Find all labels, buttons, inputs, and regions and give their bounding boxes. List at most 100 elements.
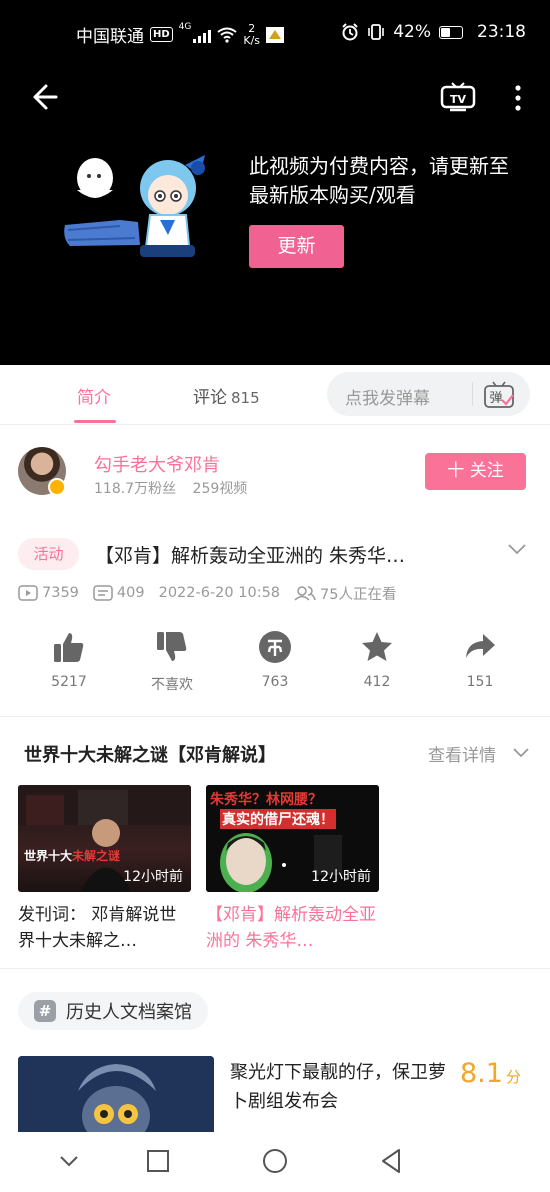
hd-badge: HD xyxy=(150,27,173,42)
chevron-down-icon[interactable] xyxy=(506,540,528,558)
series-thumbnail: 朱秀华？林网腰？ 真实的借尸还魂！ 12小时前 xyxy=(206,785,379,892)
dislike-button[interactable]: 不喜欢 xyxy=(127,630,217,694)
favorite-button[interactable]: 412 xyxy=(332,630,422,690)
update-button[interactable]: 更新 xyxy=(249,225,344,268)
video-detail-page: 中国联通 HD 4G 2 K/s 42% 23:18 TV 此视频为付费内容，请… xyxy=(0,0,550,1192)
paid-content-message: 此视频为付费内容，请更新至最新版本购买/观看 xyxy=(249,154,509,207)
recommend-art xyxy=(18,1056,214,1132)
tab-intro[interactable]: 简介 xyxy=(77,383,111,408)
share-button[interactable]: 151 xyxy=(435,630,525,690)
danmaku-toggle-icon[interactable]: 弹 xyxy=(483,380,515,410)
danmaku-placeholder: 点我发弹幕 xyxy=(345,389,430,409)
series-card[interactable]: 朱秀华？林网腰？ 真实的借尸还魂！ 12小时前 【邓肯】解析轰动全亚洲的 朱秀华… xyxy=(206,785,379,954)
section-divider xyxy=(0,716,550,717)
publish-date: 2022-6-20 10:58 xyxy=(158,585,281,601)
series-card-title: 发刊词： 邓肯解说世界十大未解之… xyxy=(18,905,177,951)
watching-count: 75人正在看 xyxy=(320,586,397,603)
tab-intro-label: 简介 xyxy=(77,388,111,408)
section-divider xyxy=(0,968,550,969)
follow-button[interactable]: 十 关注 xyxy=(425,453,526,490)
share-icon xyxy=(466,634,495,658)
video-title: 【邓肯】解析轰动全亚洲的 朱秀华… xyxy=(95,545,406,567)
status-right: 42% 23:18 xyxy=(341,22,526,42)
tab-comments-label: 评论 xyxy=(193,388,227,408)
danmaku-separator xyxy=(472,382,473,406)
series-card-title: 【邓肯】解析轰动全亚洲的 朱秀华… xyxy=(206,905,376,951)
coin-icon xyxy=(259,631,291,663)
share-count: 151 xyxy=(466,674,494,690)
like-count: 5217 xyxy=(51,674,87,690)
views-count: 7359 xyxy=(42,585,79,601)
play-count-icon xyxy=(18,585,38,601)
danmaku-input[interactable]: 点我发弹幕 弹 xyxy=(327,372,530,416)
score-value: 8.1 xyxy=(460,1058,503,1089)
chevron-down-icon[interactable] xyxy=(512,746,530,760)
danmaku-icon-char: 弹 xyxy=(489,391,502,406)
more-options-icon[interactable] xyxy=(508,82,528,114)
home-circle-icon[interactable] xyxy=(260,1146,290,1176)
tab-comments[interactable]: 评论 815 xyxy=(193,383,260,408)
carrier-label: 中国联通 xyxy=(76,27,144,47)
like-button[interactable]: 5217 xyxy=(24,630,114,690)
people-watching-icon xyxy=(294,586,316,601)
recommend-title[interactable]: 聚光灯下最靓的仔，保卫萝卜剧组发布会 xyxy=(230,1058,452,1116)
net-speed-unit: K/s xyxy=(243,33,261,47)
thumbnail-headline-bottom: 真实的借尸还魂！ xyxy=(220,809,336,829)
app-notification-icon xyxy=(266,26,285,43)
score-unit: 分 xyxy=(505,1068,521,1086)
danmaku-stat: 409 xyxy=(93,585,145,601)
watching-stat: 75人正在看 xyxy=(294,583,396,604)
back-arrow-icon[interactable] xyxy=(26,80,60,114)
activity-tag[interactable]: 活动 xyxy=(18,538,79,570)
channel-name: 历史人文档案馆 xyxy=(66,1002,192,1023)
recommend-score: 8.1 分 xyxy=(460,1058,521,1089)
tab-active-indicator xyxy=(74,420,116,423)
star-icon xyxy=(362,632,392,661)
series-thumbnail: 世界十大未解之谜 12小时前 xyxy=(18,785,191,892)
chevron-down-icon[interactable] xyxy=(54,1146,84,1176)
uploader-fans: 118.7万粉丝 xyxy=(94,481,177,497)
uploader-stats: 118.7万粉丝 259视频 xyxy=(94,478,259,498)
thumbnail-time: 12小时前 xyxy=(311,869,371,885)
coin-count: 763 xyxy=(261,674,289,690)
wifi-icon xyxy=(217,27,237,43)
thumbs-down-icon xyxy=(157,632,187,661)
vibrate-icon xyxy=(368,24,385,40)
series-title: 世界十大未解之谜【邓肯解说】 xyxy=(24,745,276,766)
thumbnail-headline-top: 朱秀华？林网腰？ xyxy=(210,792,322,808)
status-bar: 中国联通 HD 4G 2 K/s 42% 23:18 xyxy=(0,0,550,70)
thumbnail-time: 12小时前 xyxy=(123,869,183,885)
video-player[interactable]: 中国联通 HD 4G 2 K/s 42% 23:18 TV 此视频为付费内容，请… xyxy=(0,0,550,365)
uploader-name[interactable]: 勾手老大爷邓肯 xyxy=(94,451,220,477)
cast-tv-icon[interactable]: TV xyxy=(440,82,476,114)
mascot-illustration xyxy=(64,155,205,257)
video-meta: 7359 409 2022-6-20 10:58 75人正在看 xyxy=(18,583,410,603)
caption-white: 世界十大 xyxy=(24,849,73,863)
clock: 23:18 xyxy=(477,22,526,42)
favorite-count: 412 xyxy=(363,674,391,690)
thumbnail-caption: 世界十大未解之谜 xyxy=(24,847,120,864)
net-speed: 2 K/s xyxy=(243,21,261,47)
signal-icon xyxy=(193,27,212,43)
caption-red: 未解之谜 xyxy=(72,849,121,863)
coin-button[interactable]: 763 xyxy=(230,630,320,690)
series-card[interactable]: 世界十大未解之谜 12小时前 发刊词： 邓肯解说世界十大未解之… xyxy=(18,785,191,954)
status-left: 中国联通 HD 4G 2 K/s xyxy=(76,21,285,47)
battery-percent: 42% xyxy=(393,22,431,42)
dislike-label: 不喜欢 xyxy=(151,677,193,693)
net-type-label: 4G xyxy=(178,22,192,32)
views-stat: 7359 xyxy=(18,585,79,601)
battery-icon xyxy=(439,25,463,39)
system-nav-bar xyxy=(0,1132,550,1192)
thumbs-up-icon xyxy=(54,633,84,662)
uploader-videos: 259视频 xyxy=(192,481,248,497)
tab-comments-count: 815 xyxy=(231,389,260,407)
danmaku-count: 409 xyxy=(116,585,145,601)
danmaku-count-icon xyxy=(93,585,113,601)
recents-square-icon[interactable] xyxy=(143,1146,173,1176)
recommend-thumbnail[interactable] xyxy=(18,1056,214,1132)
net-speed-value: 2 xyxy=(248,21,256,35)
series-more-link[interactable]: 查看详情 xyxy=(428,741,496,766)
back-triangle-icon[interactable] xyxy=(377,1146,407,1176)
channel-tag[interactable]: # 历史人文档案馆 xyxy=(18,992,208,1030)
